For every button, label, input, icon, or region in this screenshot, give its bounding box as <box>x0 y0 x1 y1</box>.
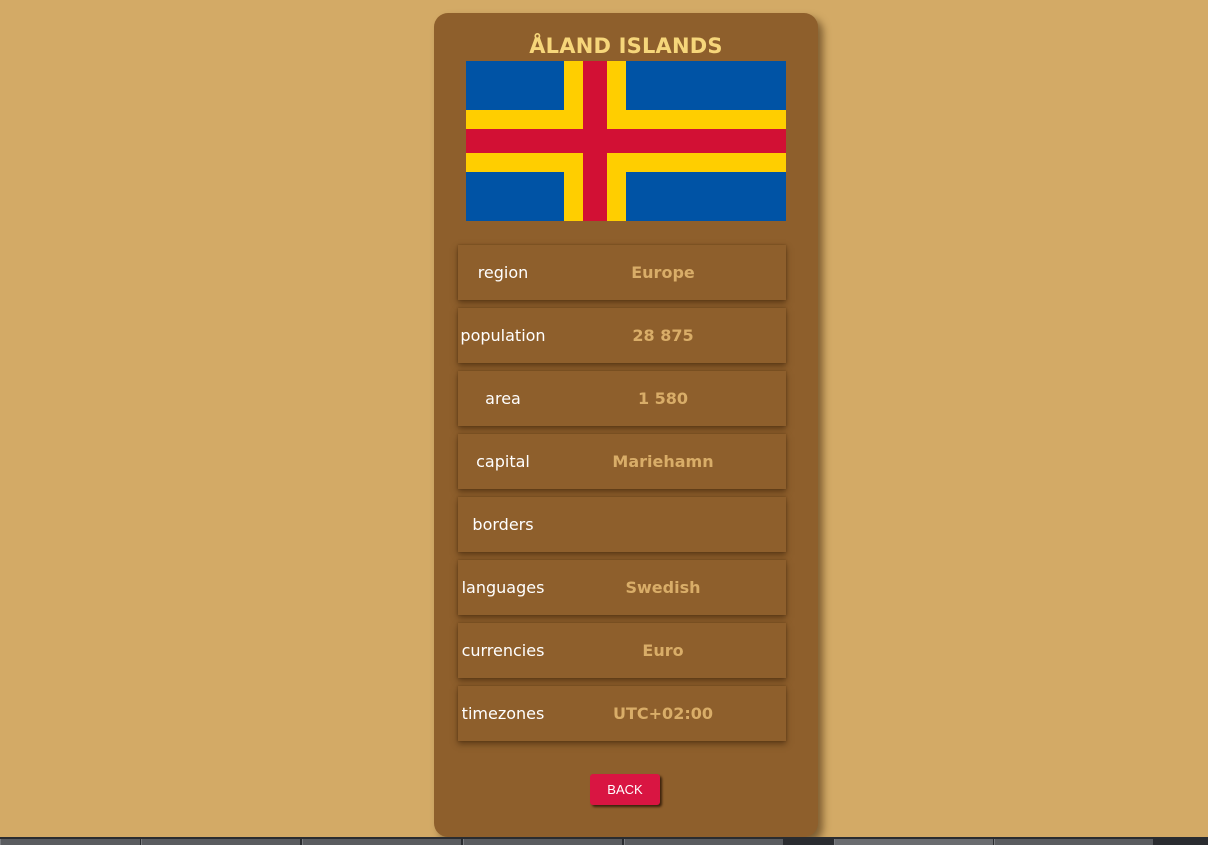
country-detail-card: ÅLAND ISLANDS region Europe population 2… <box>434 13 818 837</box>
taskbar-item[interactable] <box>994 839 1153 845</box>
taskbar-item[interactable] <box>624 839 783 845</box>
detail-row-borders: borders <box>458 497 786 552</box>
taskbar-item[interactable] <box>302 839 461 845</box>
detail-value: Mariehamn <box>612 452 714 471</box>
taskbar-item[interactable] <box>463 839 622 845</box>
detail-row-currencies: currencies Euro <box>458 623 786 678</box>
detail-row-region: region Europe <box>458 245 786 300</box>
country-flag <box>466 61 786 221</box>
detail-label: capital <box>476 452 530 471</box>
detail-label: population <box>460 326 546 345</box>
detail-row-languages: languages Swedish <box>458 560 786 615</box>
detail-row-population: population 28 875 <box>458 308 786 363</box>
detail-value: UTC+02:00 <box>613 704 713 723</box>
detail-label: area <box>485 389 521 408</box>
details-list: region Europe population 28 875 area 1 5… <box>458 245 786 749</box>
taskbar-item[interactable] <box>0 839 140 845</box>
back-button[interactable]: BACK <box>590 774 660 805</box>
detail-value <box>593 497 733 552</box>
taskbar-item[interactable] <box>141 839 300 845</box>
detail-value: Euro <box>642 641 684 660</box>
country-title: ÅLAND ISLANDS <box>529 34 723 58</box>
detail-value: Europe <box>631 263 695 282</box>
taskbar <box>0 837 1208 845</box>
detail-value: Swedish <box>625 578 701 597</box>
detail-value: 1 580 <box>637 389 689 408</box>
detail-value: 28 875 <box>632 326 694 345</box>
taskbar-item[interactable] <box>834 839 993 845</box>
detail-row-capital: capital Mariehamn <box>458 434 786 489</box>
detail-label: languages <box>461 578 545 597</box>
detail-label: currencies <box>461 641 545 660</box>
detail-row-area: area 1 580 <box>458 371 786 426</box>
detail-label: borders <box>472 515 534 534</box>
detail-label: timezones <box>461 704 545 723</box>
detail-row-timezones: timezones UTC+02:00 <box>458 686 786 741</box>
flag-inner-cross-horizontal <box>466 129 786 153</box>
detail-label: region <box>477 263 529 282</box>
